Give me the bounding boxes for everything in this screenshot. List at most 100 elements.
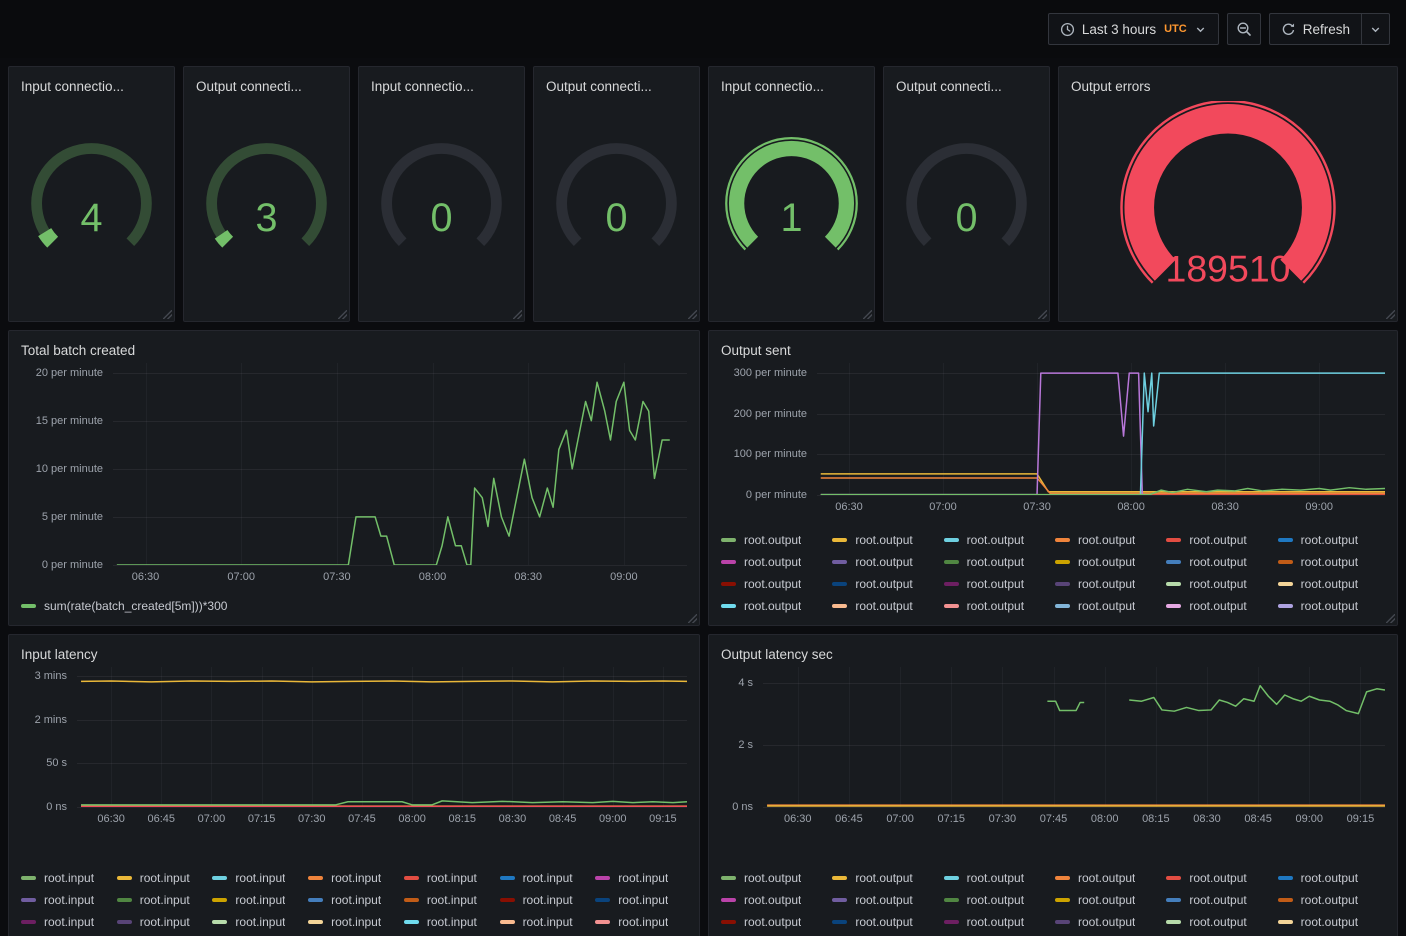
legend-item[interactable]: root.input bbox=[117, 889, 209, 911]
legend-item[interactable]: root.output bbox=[832, 867, 939, 889]
legend-item[interactable]: root.output bbox=[721, 867, 828, 889]
y-tick-label: 10 per minute bbox=[36, 463, 103, 475]
legend-item[interactable]: root.input bbox=[500, 889, 592, 911]
legend-item[interactable]: root.output bbox=[721, 889, 828, 911]
legend-item[interactable]: root.output bbox=[721, 573, 828, 595]
legend-item[interactable]: root.output bbox=[1055, 595, 1162, 617]
legend-item[interactable]: root.output bbox=[1166, 867, 1273, 889]
legend-item[interactable]: root.input bbox=[404, 867, 496, 889]
panel-title[interactable]: Input connectio... bbox=[721, 73, 862, 99]
legend-item[interactable]: root.output bbox=[832, 573, 939, 595]
legend-item[interactable]: root.output bbox=[721, 551, 828, 573]
legend-item[interactable]: root.input bbox=[404, 911, 496, 933]
legend-item[interactable]: root.input bbox=[404, 889, 496, 911]
legend-item[interactable]: root.output bbox=[944, 595, 1051, 617]
legend-item[interactable]: root.output bbox=[1166, 551, 1273, 573]
panel-resize-handle[interactable] bbox=[688, 310, 697, 319]
series-color-swatch bbox=[721, 876, 736, 880]
plot-area[interactable] bbox=[763, 667, 1385, 807]
panel-title[interactable]: Output connecti... bbox=[546, 73, 687, 99]
legend-item[interactable]: root.output bbox=[1278, 889, 1385, 911]
legend-item[interactable]: root.output bbox=[1055, 529, 1162, 551]
legend-item[interactable]: root.output bbox=[721, 911, 828, 933]
legend-item[interactable]: root.input bbox=[117, 911, 209, 933]
legend-item[interactable]: root.output bbox=[1278, 595, 1385, 617]
panel-resize-handle[interactable] bbox=[1386, 614, 1395, 623]
legend-item[interactable]: root.output bbox=[944, 529, 1051, 551]
legend-item[interactable]: root.input bbox=[21, 867, 113, 889]
legend-item[interactable]: root.output bbox=[721, 529, 828, 551]
legend-item[interactable]: root.input bbox=[595, 867, 687, 889]
panel-resize-handle[interactable] bbox=[338, 310, 347, 319]
legend-item[interactable]: root.output bbox=[944, 911, 1051, 933]
series-color-swatch bbox=[117, 898, 132, 902]
legend-item[interactable]: root.output bbox=[721, 595, 828, 617]
panel-resize-handle[interactable] bbox=[1386, 310, 1395, 319]
refresh-interval-dropdown[interactable] bbox=[1361, 13, 1390, 45]
legend-item[interactable]: root.output bbox=[1166, 529, 1273, 551]
refresh-button[interactable]: Refresh bbox=[1269, 13, 1361, 45]
panel-title[interactable]: Input connectio... bbox=[371, 73, 512, 99]
legend-item[interactable]: root.input bbox=[595, 889, 687, 911]
panel-title[interactable]: Output connecti... bbox=[196, 73, 337, 99]
legend-item[interactable]: root.input bbox=[21, 889, 113, 911]
legend-item[interactable]: root.output bbox=[832, 889, 939, 911]
legend-item[interactable]: root.input bbox=[212, 867, 304, 889]
legend-item[interactable]: root.output bbox=[1278, 529, 1385, 551]
legend-item[interactable]: root.output bbox=[832, 595, 939, 617]
legend-item[interactable]: root.output bbox=[1055, 911, 1162, 933]
legend-item[interactable]: root.output bbox=[1055, 551, 1162, 573]
legend-item[interactable]: root.input bbox=[308, 867, 400, 889]
legend-item[interactable]: root.output bbox=[1278, 867, 1385, 889]
legend-item[interactable]: root.input bbox=[595, 911, 687, 933]
plot-area[interactable] bbox=[817, 363, 1385, 495]
legend-item[interactable]: root.output bbox=[1166, 911, 1273, 933]
legend-item[interactable]: root.output bbox=[1166, 595, 1273, 617]
panel-title[interactable]: Total batch created bbox=[21, 337, 687, 363]
gauge-panel-1: Output connecti... 3 bbox=[183, 66, 350, 322]
legend-item[interactable]: root.output bbox=[944, 867, 1051, 889]
plot-area[interactable] bbox=[77, 667, 687, 807]
plot-area[interactable] bbox=[113, 363, 687, 565]
x-tick-label: 09:00 bbox=[599, 813, 627, 825]
panel-resize-handle[interactable] bbox=[1038, 310, 1047, 319]
panel-title[interactable]: Output errors bbox=[1071, 73, 1385, 99]
legend-item[interactable]: root.input bbox=[308, 911, 400, 933]
legend-item[interactable]: root.output bbox=[832, 529, 939, 551]
panel-title[interactable]: Output latency sec bbox=[721, 641, 1385, 667]
legend-item[interactable]: root.input bbox=[212, 889, 304, 911]
legend-item[interactable]: root.input bbox=[308, 889, 400, 911]
legend-item[interactable]: root.output bbox=[1166, 573, 1273, 595]
legend-item[interactable]: root.output bbox=[832, 911, 939, 933]
time-picker-button[interactable]: Last 3 hours UTC bbox=[1048, 13, 1219, 45]
svg-text:189510: 189510 bbox=[1166, 248, 1291, 290]
zoom-out-button[interactable] bbox=[1227, 13, 1261, 45]
panel-resize-handle[interactable] bbox=[513, 310, 522, 319]
panel-title[interactable]: Input connectio... bbox=[21, 73, 162, 99]
legend-item[interactable]: root.output bbox=[1278, 573, 1385, 595]
panel-title[interactable]: Output sent bbox=[721, 337, 1385, 363]
legend-item[interactable]: root.output bbox=[944, 551, 1051, 573]
legend-item[interactable]: root.output bbox=[1055, 573, 1162, 595]
panel-title[interactable]: Input latency bbox=[21, 641, 687, 667]
legend-item[interactable]: root.output bbox=[1055, 889, 1162, 911]
legend-item[interactable]: sum(rate(batch_created[5m]))*300 bbox=[21, 595, 227, 617]
legend-item[interactable]: root.input bbox=[21, 911, 113, 933]
legend-item[interactable]: root.output bbox=[1055, 867, 1162, 889]
gauge-svg: 1 bbox=[715, 101, 868, 313]
panel-resize-handle[interactable] bbox=[863, 310, 872, 319]
panel-title[interactable]: Output connecti... bbox=[896, 73, 1037, 99]
legend-item[interactable]: root.output bbox=[1278, 911, 1385, 933]
legend-item[interactable]: root.input bbox=[117, 867, 209, 889]
legend-item[interactable]: root.input bbox=[500, 867, 592, 889]
legend-item[interactable]: root.input bbox=[212, 911, 304, 933]
legend-item[interactable]: root.output bbox=[944, 889, 1051, 911]
panel-resize-handle[interactable] bbox=[163, 310, 172, 319]
legend-label: root.output bbox=[1301, 555, 1358, 569]
legend-item[interactable]: root.output bbox=[832, 551, 939, 573]
legend-item[interactable]: root.output bbox=[944, 573, 1051, 595]
legend-item[interactable]: root.input bbox=[500, 911, 592, 933]
legend-item[interactable]: root.output bbox=[1278, 551, 1385, 573]
legend-item[interactable]: root.output bbox=[1166, 889, 1273, 911]
panel-resize-handle[interactable] bbox=[688, 614, 697, 623]
